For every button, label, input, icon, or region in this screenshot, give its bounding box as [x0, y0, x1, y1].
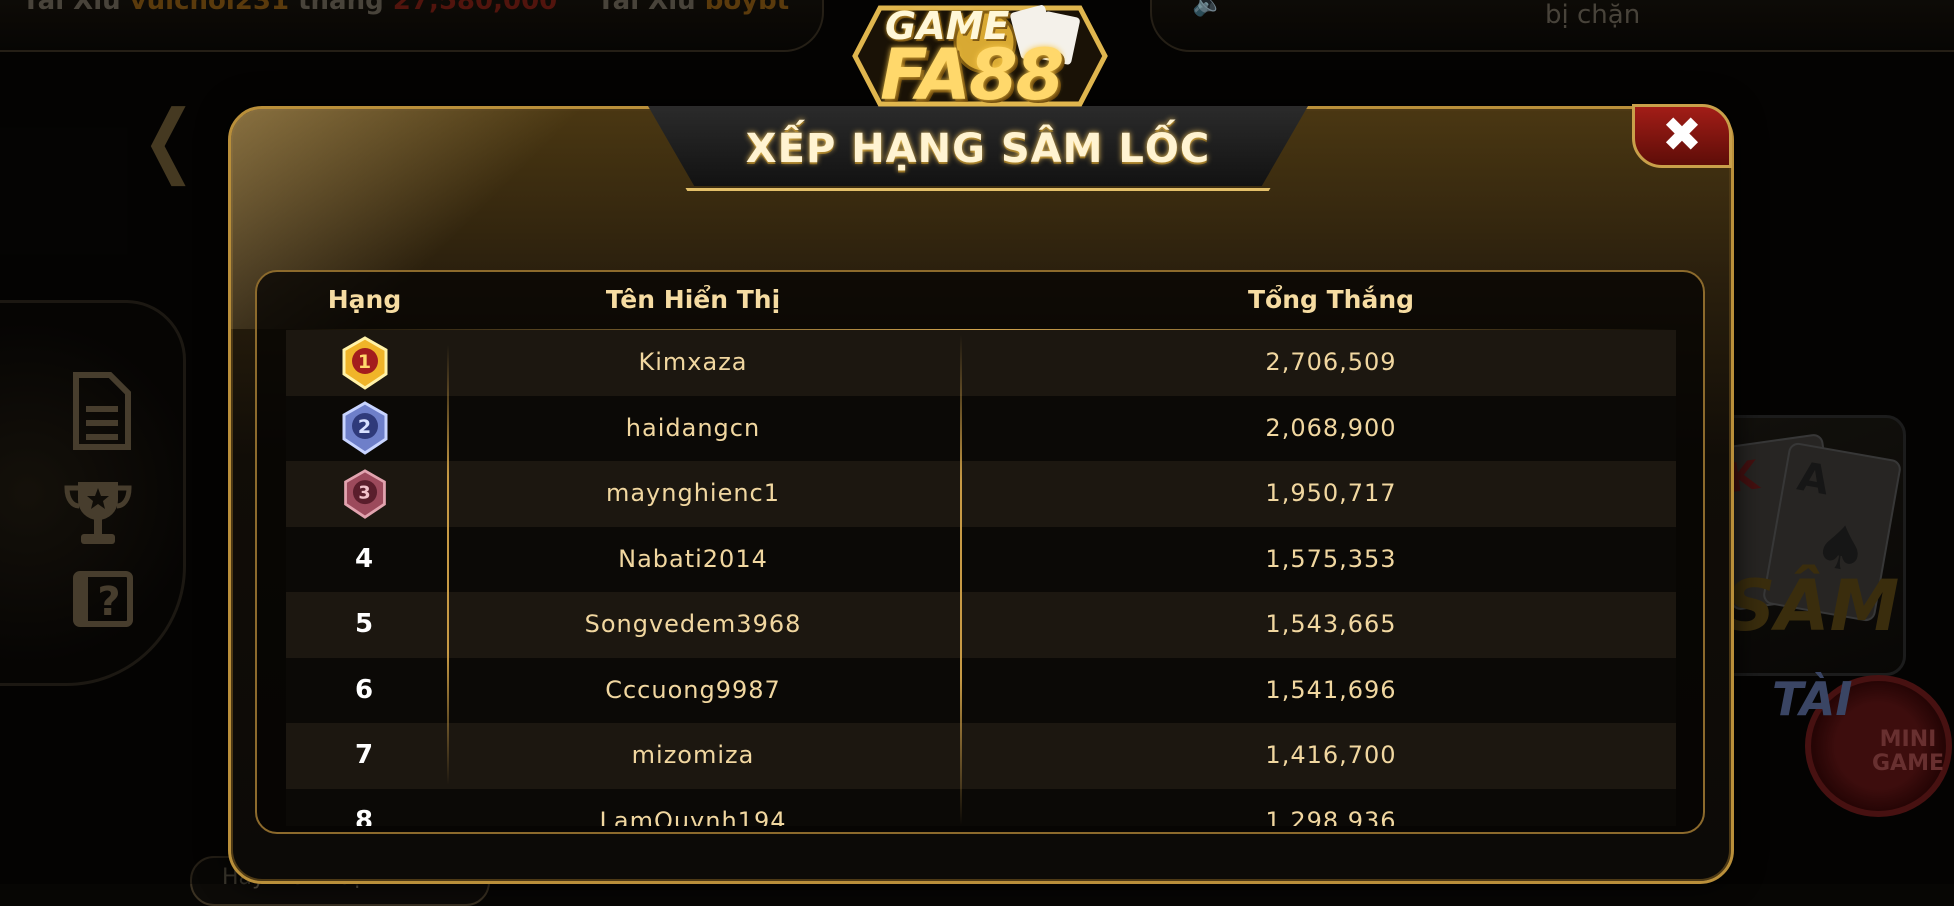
player-name: Nabati2014	[618, 544, 768, 573]
close-button[interactable]: ✖	[1632, 104, 1732, 168]
rank-cell: 4	[354, 543, 375, 574]
logo-brand-text: FA88	[880, 34, 1064, 116]
player-name: Songvedem3968	[584, 610, 802, 638]
silver-medal-icon: 2	[342, 401, 387, 455]
rank-cell: 3	[286, 461, 443, 527]
gold-medal-icon: 1	[342, 335, 387, 390]
rank-cell: 6	[354, 674, 375, 705]
player-name: Kimxaza	[638, 348, 748, 376]
rank-cell: 2	[286, 396, 443, 462]
svg-text:3: 3	[358, 483, 371, 503]
player-name: Cccuong9987	[605, 675, 781, 704]
close-icon: ✖	[1661, 107, 1703, 163]
column-header-rank: Hạng	[327, 285, 402, 314]
column-header-name: Tên Hiển Thị	[605, 285, 781, 314]
player-name: LamQuynh194	[599, 806, 787, 827]
bronze-medal-icon: 3	[343, 468, 386, 519]
total-wins: 2,706,509	[1265, 348, 1397, 376]
total-wins: 1,543,665	[1265, 610, 1397, 638]
table-row: 7 mizomiza 1,416,700	[286, 723, 1676, 789]
total-wins: 1,575,353	[1265, 544, 1397, 573]
player-name: mizomiza	[631, 741, 755, 769]
rank-cell: 1	[286, 330, 443, 396]
player-name: maynghienc1	[605, 479, 781, 507]
table-row: 4 Nabati2014 1,575,353	[286, 526, 1676, 592]
column-divider-1	[447, 345, 449, 785]
rank-cell: 7	[354, 740, 375, 770]
table-row: 8 LamQuynh194 1,298,936	[286, 788, 1676, 827]
table-row: 2 haidangcn 2,068,900	[286, 395, 1676, 462]
leaderboard-rows[interactable]: 1 Kimxaza 2,706,509 2 haidangcn 2,068,90…	[286, 330, 1676, 826]
player-name: haidangcn	[625, 413, 761, 442]
modal-title: XẾP HẠNG SÂM LỐC	[745, 126, 1211, 172]
total-wins: 1,541,696	[1265, 675, 1397, 704]
svg-text:2: 2	[357, 416, 371, 438]
total-wins: 1,298,936	[1265, 806, 1397, 827]
total-wins: 2,068,900	[1265, 413, 1397, 442]
rank-cell: 5	[354, 609, 375, 639]
table-row: 6 Cccuong9987 1,541,696	[286, 657, 1676, 723]
svg-text:1: 1	[357, 351, 371, 373]
column-divider-2	[960, 335, 962, 825]
rank-cell: 8	[354, 805, 375, 827]
total-wins: 1,950,717	[1265, 479, 1397, 507]
column-header-total-wins: Tổng Thắng	[1247, 285, 1415, 314]
total-wins: 1,416,700	[1265, 741, 1397, 769]
table-row: 1 Kimxaza 2,706,509	[286, 330, 1676, 396]
table-row: 5 Songvedem3968 1,543,665	[286, 592, 1676, 658]
table-row: 3 maynghienc1 1,950,717	[286, 461, 1676, 527]
